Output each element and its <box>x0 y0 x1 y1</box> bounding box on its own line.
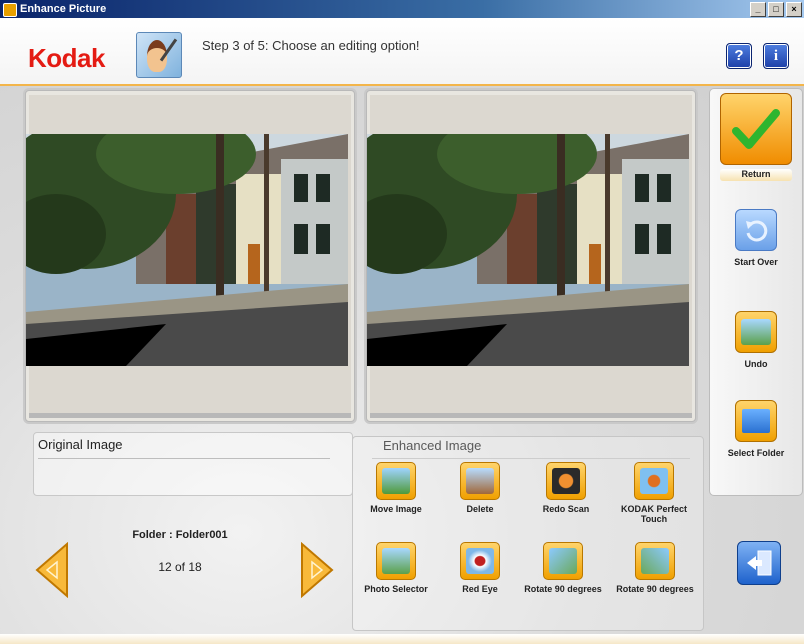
undo-icon <box>735 311 777 353</box>
window-titlebar: Enhance Picture _ □ × <box>0 0 804 18</box>
arrow-right-icon <box>301 542 334 598</box>
bottom-band <box>0 634 804 644</box>
checkmark-icon <box>720 93 792 165</box>
maximize-button[interactable]: □ <box>768 2 784 17</box>
original-photo <box>26 134 354 366</box>
help-button[interactable]: ? <box>726 43 752 69</box>
next-image-button[interactable] <box>298 540 336 600</box>
undo-button[interactable]: Undo <box>710 311 802 369</box>
info-button[interactable]: i <box>763 43 789 69</box>
minimize-button[interactable]: _ <box>750 2 766 17</box>
red-eye-button[interactable]: Red Eye <box>437 542 523 594</box>
redo-scan-button[interactable]: Redo Scan <box>523 462 609 514</box>
red-eye-icon <box>460 542 500 580</box>
image-counter: 12 of 18 <box>158 560 202 574</box>
rotate-right-button[interactable]: Rotate 90 degrees <box>612 542 698 594</box>
action-sidebar: Return Start Over Undo Select Folder <box>709 88 803 496</box>
return-button[interactable]: Return <box>710 93 802 181</box>
photo-selector-icon <box>376 542 416 580</box>
trash-icon <box>460 462 500 500</box>
redo-scan-icon <box>546 462 586 500</box>
caption-divider <box>38 458 330 459</box>
move-image-button[interactable]: Move Image <box>353 462 439 514</box>
kodak-logo: Kodak <box>28 43 105 73</box>
perfect-touch-button[interactable]: KODAK Perfect Touch <box>611 462 697 524</box>
original-image-panel <box>25 90 355 422</box>
app-icon <box>3 3 17 17</box>
move-image-icon <box>376 462 416 500</box>
select-folder-button[interactable]: Select Folder <box>710 400 802 458</box>
delete-button[interactable]: Delete <box>437 462 523 514</box>
exit-button[interactable] <box>737 541 781 585</box>
enhanced-photo <box>367 134 695 366</box>
step-instruction: Step 3 of 5: Choose an editing option! <box>202 38 420 53</box>
folder-label: Folder : Folder001 <box>132 529 228 541</box>
photo-selector-button[interactable]: Photo Selector <box>353 542 439 594</box>
exit-door-icon <box>747 550 772 576</box>
window-title: Enhance Picture <box>20 3 107 15</box>
enhanced-image-panel <box>366 90 696 422</box>
header: Kodak Step 3 of 5: Choose an editing opt… <box>0 18 804 86</box>
close-button[interactable]: × <box>786 2 802 17</box>
folder-icon <box>735 400 777 442</box>
rotate-left-icon <box>543 542 583 580</box>
arrow-left-icon <box>35 542 68 598</box>
wizard-icon <box>136 32 182 78</box>
rotate-left-button[interactable]: Rotate 90 degrees <box>520 542 606 594</box>
start-over-icon <box>735 209 777 251</box>
original-image-caption: Original Image <box>38 437 123 452</box>
start-over-button[interactable]: Start Over <box>710 209 802 267</box>
previous-image-button[interactable] <box>33 540 71 600</box>
rotate-right-icon <box>635 542 675 580</box>
perfect-touch-icon <box>634 462 674 500</box>
